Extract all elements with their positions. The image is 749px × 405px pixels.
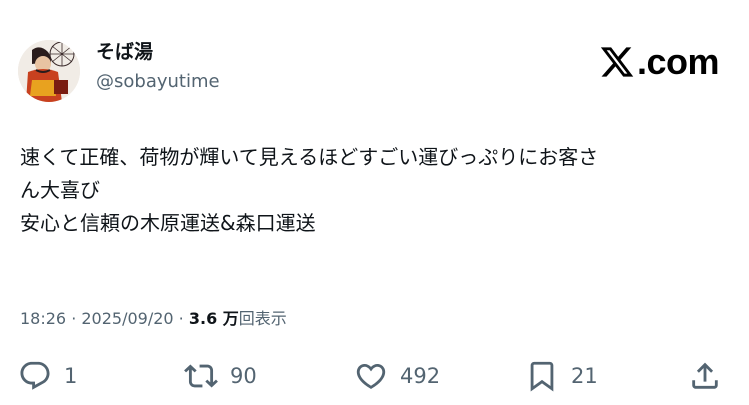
tweet-card: そば湯 @sobayutime .com 速くて正確、荷物が輝いて見えるほどすご… — [0, 0, 749, 405]
heart-icon — [356, 363, 386, 389]
brand-domain: .com — [636, 41, 720, 82]
tweet-line: ん大喜び — [20, 178, 100, 202]
reply-count: 1 — [64, 364, 78, 388]
bookmark-button[interactable]: 21 — [525, 356, 598, 396]
tweet-line: 安心と信頼の木原運送&森口運送 — [20, 211, 316, 235]
avatar[interactable] — [18, 40, 80, 102]
brand-logo: .com — [599, 41, 720, 82]
meta-separator: · — [173, 309, 189, 328]
retweet-count: 90 — [230, 364, 257, 388]
tweet-time[interactable]: 18:26 — [20, 309, 66, 328]
tweet-meta: 18:26 · 2025/09/20 · 3.6 万回表示 — [20, 307, 287, 331]
meta-separator: · — [66, 309, 82, 328]
like-button[interactable]: 492 — [354, 356, 440, 396]
like-count: 492 — [400, 364, 441, 388]
views-count[interactable]: 3.6 万 — [189, 309, 239, 328]
bookmark-icon — [530, 361, 554, 392]
share-icon — [692, 362, 718, 389]
bookmark-count: 21 — [571, 364, 598, 388]
tweet-date[interactable]: 2025/09/20 — [81, 309, 173, 328]
views-label: 回表示 — [238, 309, 287, 328]
retweet-icon — [184, 364, 218, 388]
reply-icon — [20, 361, 50, 390]
user-handle[interactable]: @sobayutime — [96, 70, 220, 94]
reply-button[interactable]: 1 — [18, 356, 77, 396]
tweet-line: 速くて正確、荷物が輝いて見えるほどすごい運びっぷりにお客さ — [20, 145, 599, 169]
retweet-button[interactable]: 90 — [184, 356, 257, 396]
x-logo-icon — [600, 47, 634, 77]
tweet-text: 速くて正確、荷物が輝いて見えるほどすごい運びっぷりにお客さ ん大喜び 安心と信頼… — [20, 141, 720, 240]
avatar-image — [18, 40, 80, 102]
display-name[interactable]: そば湯 — [96, 40, 153, 64]
action-bar: 1 90 492 21 — [0, 356, 749, 396]
share-button[interactable] — [688, 356, 722, 396]
